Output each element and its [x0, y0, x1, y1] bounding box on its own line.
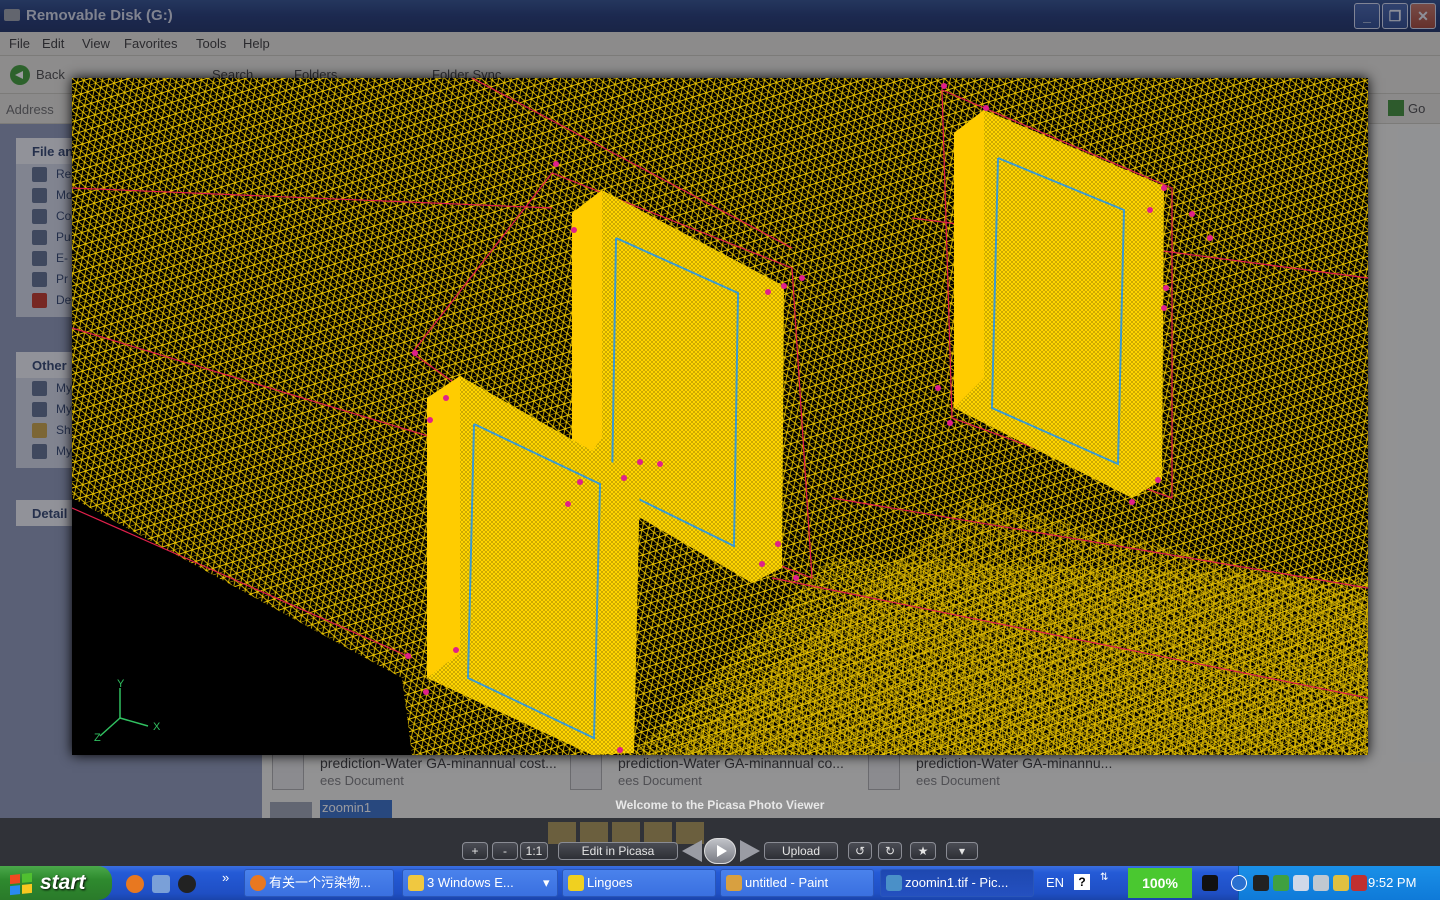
- antivirus-tray-icon[interactable]: [1351, 875, 1367, 891]
- task-picasa[interactable]: zoomin1.tif - Pic...: [880, 869, 1034, 897]
- zoom-in-button[interactable]: +: [462, 842, 488, 860]
- previous-arrow-icon[interactable]: [682, 840, 702, 862]
- more-dropdown-button[interactable]: ▾: [946, 842, 978, 860]
- picasa-welcome-text: Welcome to the Picasa Photo Viewer: [615, 798, 825, 812]
- qq-tray-icon[interactable]: [1253, 875, 1269, 891]
- mesh-render: Y X Z: [72, 78, 1368, 755]
- task-firefox[interactable]: 有关一个污染物...: [244, 869, 394, 897]
- paint-icon: [726, 875, 742, 891]
- actual-size-button[interactable]: 1:1: [520, 842, 548, 860]
- firefox-quicklaunch-icon[interactable]: [126, 875, 144, 893]
- help-icon[interactable]: ?: [1074, 874, 1090, 890]
- connection-tray-icon[interactable]: [1313, 875, 1329, 891]
- axis-z-label: Z: [94, 732, 101, 744]
- play-slideshow-button[interactable]: [704, 838, 736, 864]
- quicklaunch-overflow[interactable]: »: [222, 870, 229, 885]
- upload-button[interactable]: Upload: [764, 842, 838, 860]
- edit-in-picasa-button[interactable]: Edit in Picasa: [558, 842, 678, 860]
- display-tray-icon[interactable]: [1293, 875, 1309, 891]
- axis-y-label: Y: [117, 678, 125, 690]
- language-indicator[interactable]: EN: [1046, 875, 1064, 890]
- picasa-icon: [886, 875, 902, 891]
- qq-quicklaunch-icon[interactable]: [178, 875, 196, 893]
- task-lingoes[interactable]: Lingoes: [562, 869, 716, 897]
- show-desktop-icon[interactable]: [152, 875, 170, 893]
- clock[interactable]: 9:52 PM: [1368, 875, 1416, 890]
- folder-icon: [408, 875, 424, 891]
- axis-x-label: X: [153, 721, 161, 733]
- language-options-icon[interactable]: ⇅: [1100, 872, 1108, 883]
- start-button[interactable]: start: [0, 866, 112, 900]
- task-windows-explorer[interactable]: 3 Windows E... ▾: [402, 869, 558, 897]
- network-tray-icon[interactable]: [1273, 875, 1289, 891]
- tray-expand-icon[interactable]: [1231, 875, 1247, 891]
- rotate-left-button[interactable]: ↺: [848, 842, 872, 860]
- rotate-right-button[interactable]: ↻: [878, 842, 902, 860]
- star-button[interactable]: ★: [910, 842, 936, 860]
- windows-logo-icon: [10, 872, 32, 896]
- picasa-control-bar: + - 1:1 Edit in Picasa Upload ↺ ↻ ★ ▾: [0, 818, 1440, 866]
- firefox-icon: [250, 875, 266, 891]
- picasa-photo[interactable]: Y X Z: [72, 78, 1368, 755]
- task-paint[interactable]: untitled - Paint: [720, 869, 874, 897]
- next-arrow-icon[interactable]: [740, 840, 760, 862]
- group-dropdown-icon: ▾: [543, 875, 550, 890]
- power-plug-icon[interactable]: [1202, 875, 1218, 891]
- taskbar: start » 有关一个污染物... 3 Windows E... ▾ Ling…: [0, 866, 1440, 900]
- zoom-percentage-indicator[interactable]: 100%: [1128, 868, 1192, 898]
- warning-tray-icon[interactable]: [1333, 875, 1349, 891]
- lingoes-icon: [568, 875, 584, 891]
- zoom-out-button[interactable]: -: [492, 842, 518, 860]
- start-label: start: [40, 871, 86, 894]
